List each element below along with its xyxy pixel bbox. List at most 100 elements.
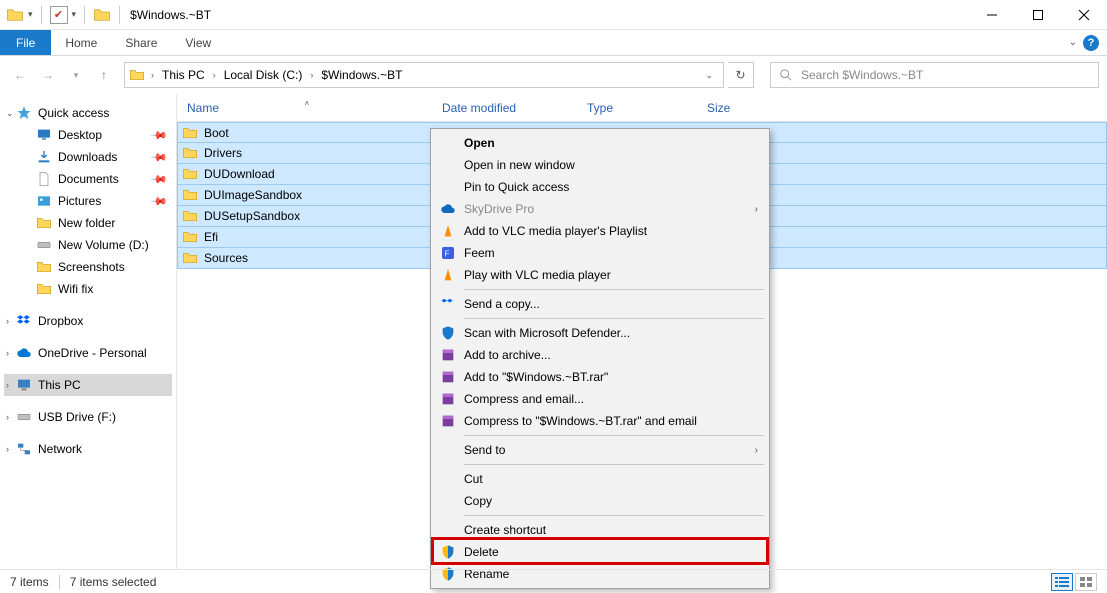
crumb-current[interactable]: $Windows.~BT (319, 68, 404, 82)
ribbon-tabs: File Home Share View ⌄ ? (0, 30, 1107, 56)
menu-create-shortcut[interactable]: Create shortcut (434, 519, 766, 541)
search-input[interactable]: Search $Windows.~BT (770, 62, 1099, 88)
tab-home[interactable]: Home (51, 30, 111, 55)
menu-vlc-add-playlist[interactable]: Add to VLC media player's Playlist (434, 220, 766, 242)
navigation-sidebar: ⌄ Quick access Desktop 📌 Downloads 📌 Doc… (0, 94, 176, 569)
breadcrumb[interactable]: › This PC › Local Disk (C:) › $Windows.~… (124, 62, 724, 88)
sidebar-item-pictures[interactable]: Pictures 📌 (4, 190, 172, 212)
usb-icon (16, 409, 32, 425)
sidebar-item-new-volume[interactable]: New Volume (D:) (4, 234, 172, 256)
chevron-right-icon: › (755, 204, 758, 215)
menu-separator (464, 515, 764, 516)
breadcrumb-dropdown-icon[interactable]: ⌄ (699, 70, 719, 81)
sidebar-item-screenshots[interactable]: Screenshots (4, 256, 172, 278)
title-bar: ▾ ✔ ▾ $Windows.~BT (0, 0, 1107, 30)
network-icon (16, 441, 32, 457)
sidebar-item-wifi-fix[interactable]: Wifi fix (4, 278, 172, 300)
view-details-button[interactable] (1051, 573, 1073, 591)
vlc-icon (440, 223, 456, 239)
menu-compress-email[interactable]: Compress and email... (434, 388, 766, 410)
view-large-icons-button[interactable] (1075, 573, 1097, 591)
folder-icon (36, 215, 52, 231)
sidebar-onedrive[interactable]: › OneDrive - Personal (4, 342, 172, 364)
sidebar-usb-drive[interactable]: › USB Drive (F:) (4, 406, 172, 428)
help-button[interactable]: ? (1083, 35, 1099, 51)
menu-delete[interactable]: Delete (434, 541, 766, 563)
chevron-right-icon[interactable]: › (147, 70, 158, 80)
menu-cut[interactable]: Cut (434, 468, 766, 490)
cloud-icon (440, 201, 456, 217)
folder-icon (182, 166, 198, 182)
menu-pin-quick-access[interactable]: Pin to Quick access (434, 176, 766, 198)
chevron-right-icon[interactable]: › (306, 70, 317, 80)
menu-vlc-play[interactable]: Play with VLC media player (434, 264, 766, 286)
sidebar-this-pc[interactable]: › This PC (4, 374, 172, 396)
menu-scan-defender[interactable]: Scan with Microsoft Defender... (434, 322, 766, 344)
pin-icon: 📌 (150, 170, 169, 189)
archive-icon (440, 413, 456, 429)
ribbon-collapse-icon[interactable]: ⌄ (1069, 37, 1077, 48)
tab-share[interactable]: Share (111, 30, 171, 55)
sidebar-item-downloads[interactable]: Downloads 📌 (4, 146, 172, 168)
picture-icon (36, 193, 52, 209)
sidebar-dropbox[interactable]: › Dropbox (4, 310, 172, 332)
tab-view[interactable]: View (171, 30, 225, 55)
column-name[interactable]: Name˄ (177, 101, 432, 115)
menu-open-new-window[interactable]: Open in new window (434, 154, 766, 176)
menu-open[interactable]: Open (434, 132, 766, 154)
menu-add-to-rar[interactable]: Add to "$Windows.~BT.rar" (434, 366, 766, 388)
recent-dropdown-icon[interactable]: ▾ (64, 63, 88, 87)
search-icon (779, 68, 793, 82)
chevron-right-icon[interactable]: › (6, 412, 9, 422)
crumb-this-pc[interactable]: This PC (160, 68, 207, 82)
folder-icon (182, 208, 198, 224)
pc-icon (16, 377, 32, 393)
refresh-button[interactable]: ↻ (728, 62, 754, 88)
maximize-button[interactable] (1015, 0, 1061, 30)
menu-skydrive-pro[interactable]: SkyDrive Pro› (434, 198, 766, 220)
file-name: DUSetupSandbox (204, 209, 300, 223)
chevron-down-icon[interactable]: ⌄ (6, 108, 14, 119)
close-button[interactable] (1061, 0, 1107, 30)
menu-feem[interactable]: F Feem (434, 242, 766, 264)
menu-send-a-copy[interactable]: Send a copy... (434, 293, 766, 315)
pin-icon: 📌 (150, 148, 169, 167)
qat-dropdown-icon[interactable]: ▾ (28, 9, 33, 20)
window-title: $Windows.~BT (130, 8, 211, 22)
up-button[interactable]: ↑ (92, 63, 116, 87)
folder-icon (182, 145, 198, 161)
navigation-row: ← → ▾ ↑ › This PC › Local Disk (C:) › $W… (0, 56, 1107, 94)
column-date[interactable]: Date modified (432, 101, 577, 115)
menu-send-to[interactable]: Send to› (434, 439, 766, 461)
drive-icon (36, 237, 52, 253)
column-type[interactable]: Type (577, 101, 697, 115)
sidebar-item-documents[interactable]: Documents 📌 (4, 168, 172, 190)
status-bar: 7 items 7 items selected (0, 569, 1107, 593)
back-button[interactable]: ← (8, 63, 32, 87)
chevron-right-icon[interactable]: › (6, 348, 9, 358)
sidebar-network[interactable]: › Network (4, 438, 172, 460)
minimize-button[interactable] (969, 0, 1015, 30)
sidebar-item-new-folder[interactable]: New folder (4, 212, 172, 234)
file-tab[interactable]: File (0, 30, 51, 55)
sidebar-quick-access[interactable]: ⌄ Quick access (4, 102, 172, 124)
chevron-right-icon: › (755, 445, 758, 456)
menu-add-archive[interactable]: Add to archive... (434, 344, 766, 366)
column-size[interactable]: Size (697, 101, 777, 115)
sidebar-item-desktop[interactable]: Desktop 📌 (4, 124, 172, 146)
folder-icon (182, 250, 198, 266)
qat-dropdown-icon[interactable]: ▾ (72, 9, 77, 20)
forward-button[interactable]: → (36, 63, 60, 87)
chevron-right-icon[interactable]: › (6, 444, 9, 454)
menu-compress-rar-email[interactable]: Compress to "$Windows.~BT.rar" and email (434, 410, 766, 432)
menu-separator (464, 289, 764, 290)
menu-copy[interactable]: Copy (434, 490, 766, 512)
search-placeholder: Search $Windows.~BT (801, 68, 923, 82)
chevron-right-icon[interactable]: › (6, 380, 9, 390)
pin-icon: 📌 (150, 126, 169, 145)
status-item-count: 7 items (10, 575, 49, 589)
crumb-local-disk[interactable]: Local Disk (C:) (222, 68, 305, 82)
chevron-right-icon[interactable]: › (209, 70, 220, 80)
properties-button[interactable]: ✔ (50, 6, 68, 24)
chevron-right-icon[interactable]: › (6, 316, 9, 326)
